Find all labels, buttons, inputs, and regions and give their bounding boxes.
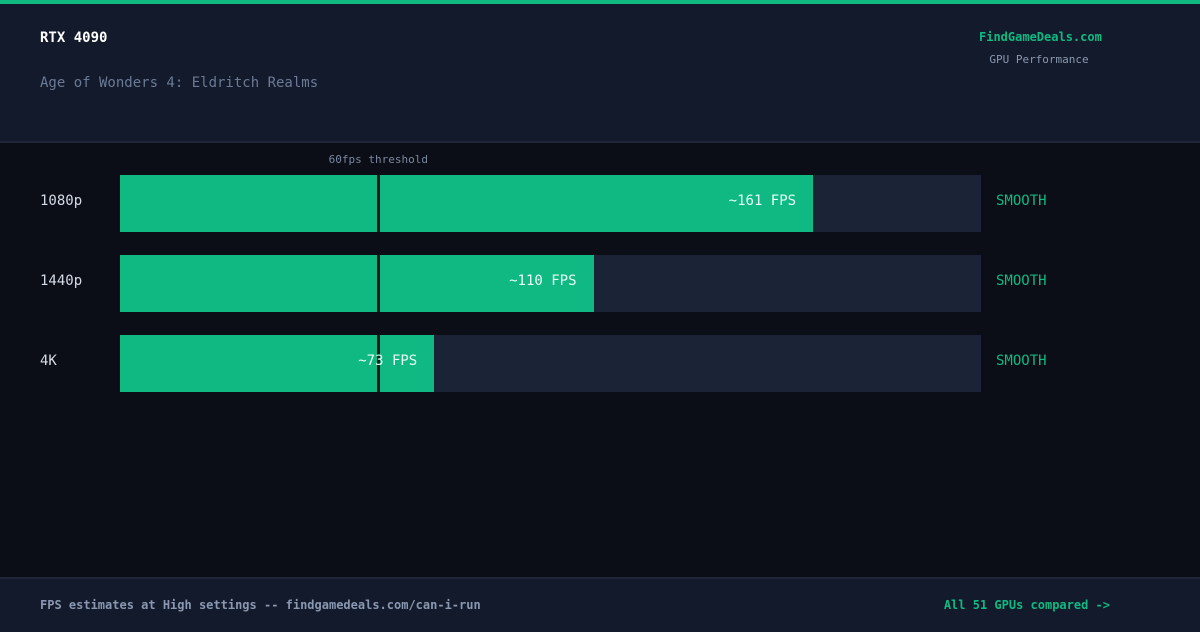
resolution-label: 1440p <box>40 273 83 289</box>
bar-track: ~161 FPS <box>120 175 981 232</box>
header: RTX 4090 Age of Wonders 4: Eldritch Real… <box>0 4 1200 143</box>
performance-status: SMOOTH <box>996 353 1047 369</box>
bar-track: ~73 FPS <box>120 335 981 392</box>
performance-status: SMOOTH <box>996 193 1047 209</box>
fps-bar <box>120 175 814 232</box>
resolution-label: 1080p <box>40 193 83 209</box>
bar-row: 4K ~73 FPS SMOOTH <box>0 335 1200 392</box>
brand-name: FindGameDeals.com <box>979 30 1102 44</box>
bar-track: ~110 FPS <box>120 255 981 312</box>
threshold-line <box>377 255 381 312</box>
fps-value-label: ~161 FPS <box>728 193 797 209</box>
footnote: FPS estimates at High settings -- findga… <box>40 598 481 612</box>
resolution-label: 4K <box>40 353 57 369</box>
performance-status: SMOOTH <box>996 273 1047 289</box>
bar-row: 1080p ~161 FPS SMOOTH <box>0 175 1200 232</box>
threshold-label: 60fps threshold <box>328 153 428 166</box>
fps-value-label: ~110 FPS <box>509 273 577 289</box>
threshold-line <box>377 175 381 232</box>
game-title: Age of Wonders 4: Eldritch Realms <box>40 75 319 91</box>
fps-bar-chart: 60fps threshold 1080p ~161 FPS SMOOTH 1440p… <box>0 143 1200 578</box>
bar-row: 1440p ~110 FPS SMOOTH <box>0 255 1200 312</box>
fps-value-label: ~73 FPS <box>358 353 418 369</box>
gpu-title: RTX 4090 <box>40 30 108 46</box>
footer: FPS estimates at High settings -- findga… <box>0 577 1200 632</box>
brand-subtitle: GPU Performance <box>989 53 1089 66</box>
compare-all-gpus-link[interactable]: All 51 GPUs compared -> <box>944 598 1110 612</box>
